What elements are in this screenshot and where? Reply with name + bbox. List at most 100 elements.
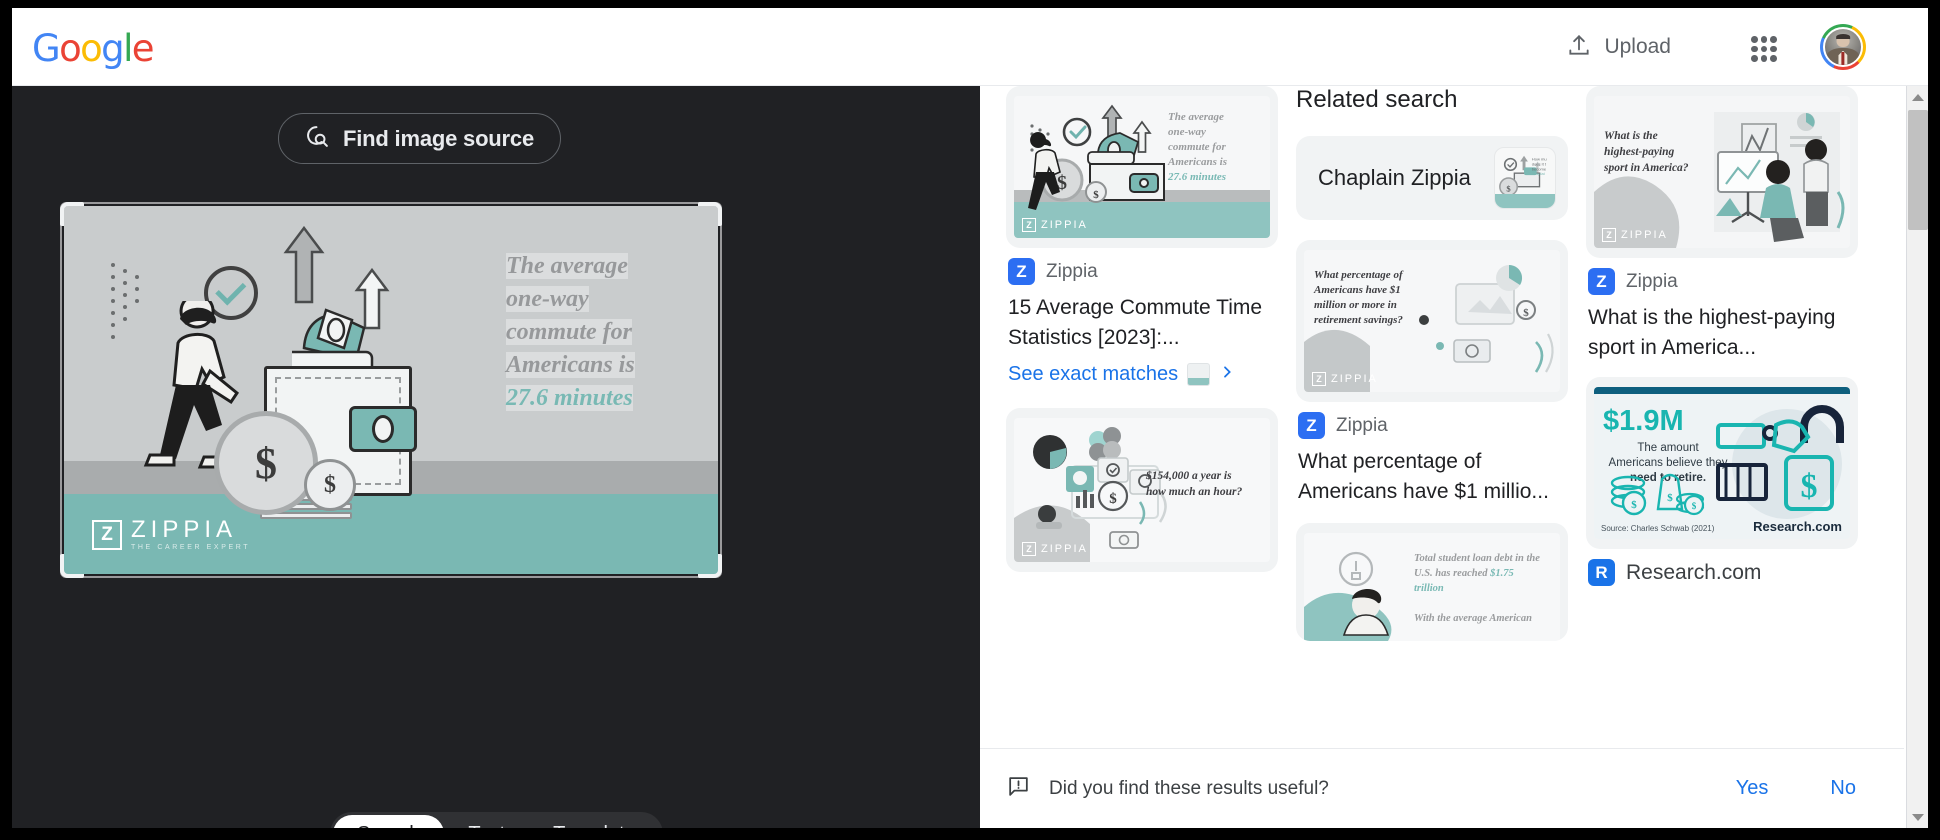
thumb-caption-4: Total student loan debt in the U.S. has … (1414, 551, 1540, 626)
result-thumbnail-2[interactable]: $ $154,000 a year is how much an hour? Z… (1006, 408, 1278, 572)
image-preview-panel: Find image source $ $ The average one-wa… (12, 86, 980, 828)
result-source-3[interactable]: Z Zippia (1588, 268, 1856, 295)
svg-text:$: $ (1692, 501, 1697, 511)
thumb2-l1: $154,000 a year is (1146, 470, 1232, 482)
thumb5-l3: sport in America? (1604, 162, 1689, 174)
result-card-sport[interactable]: What is the highest-paying sport in Amer… (1586, 86, 1858, 363)
result-source-2[interactable]: Z Zippia (1298, 412, 1566, 439)
thumb2-l2: how much an hour? (1146, 486, 1243, 498)
feedback-icon (1006, 774, 1031, 804)
find-image-source-label: Find image source (343, 125, 534, 151)
result-metadata-4: R Research.com (1586, 549, 1858, 586)
zippia-favicon-3: Z (1588, 268, 1615, 295)
find-image-source-button[interactable]: Find image source (278, 113, 561, 164)
svg-text:$: $ (1801, 468, 1818, 505)
thumb-caption: The average one-way commute for American… (1168, 110, 1262, 185)
google-logo[interactable]: Google (32, 30, 155, 67)
image-crop-selection[interactable]: $ $ The average one-way commute for Amer… (60, 202, 722, 578)
svg-text:$: $ (1667, 492, 1673, 504)
upload-button[interactable]: Upload (1562, 26, 1675, 68)
result-card-million[interactable]: $ What percentage of Americans have $1 m… (1296, 240, 1568, 507)
result-source-4[interactable]: R Research.com (1588, 559, 1856, 586)
caption-line-3: commute for (506, 319, 632, 345)
research-favicon: R (1588, 559, 1615, 586)
svg-text:$: $ (1523, 307, 1529, 319)
thumb-caption-l1: The average (1168, 111, 1224, 123)
app-header: Google Upload (12, 8, 1928, 86)
large-coin: $ (214, 411, 318, 515)
up-arrow-icon (283, 226, 325, 304)
research-brand-label: Research.com (1753, 519, 1842, 534)
scroll-up-arrow-icon[interactable] (1907, 86, 1928, 108)
tab-text[interactable]: Text (444, 815, 529, 829)
zippia-watermark-small-4: Z ZIPPIA (1602, 228, 1668, 242)
result-thumbnail-5[interactable]: What is the highest-paying sport in Amer… (1586, 86, 1858, 258)
svg-text:$: $ (1109, 491, 1117, 507)
feedback-yes-button[interactable]: Yes (1722, 771, 1783, 806)
preview-caption: The average one-way commute for American… (506, 250, 696, 415)
thumb-caption-3: What percentage of Americans have $1 mil… (1314, 268, 1426, 328)
thumbnail-art-5: What is the highest-paying sport in Amer… (1594, 96, 1850, 248)
thumb3-l1: What percentage of (1314, 269, 1403, 281)
caption-line-2: one-way (506, 286, 589, 312)
results-column-1: $ $ The average one-way commute for Amer… (1006, 86, 1278, 576)
avatar-image (1823, 27, 1863, 67)
result-thumbnail-4[interactable]: Total student loan debt in the U.S. has … (1296, 523, 1568, 641)
thumb-caption-5: What is the highest-paying sport in Amer… (1604, 128, 1710, 176)
exact-match-thumbnail (1187, 363, 1211, 386)
source-name-4: Research.com (1626, 560, 1762, 584)
caption-line-4: Americans is (506, 352, 635, 378)
thumbnail-art-3: $ What percentage of Americans have $1 m… (1304, 250, 1560, 392)
see-exact-matches-label: See exact matches (1008, 363, 1179, 385)
svg-text:$: $ (1506, 184, 1511, 194)
results-scroll-area[interactable]: $ $ The average one-way commute for Amer… (980, 86, 1904, 746)
feedback-bar: Did you find these results useful? Yes N… (980, 748, 1904, 828)
related-search-chip[interactable]: Chaplain Zippia $ How mu does it t becom… (1296, 136, 1568, 220)
tab-translate[interactable]: Translate (529, 815, 660, 829)
zippia-favicon: Z (1008, 258, 1035, 285)
result-title-3[interactable]: What is the highest-paying sport in Amer… (1588, 303, 1856, 363)
small-coin: $ (304, 459, 356, 511)
thumb-caption-l3: commute for (1168, 141, 1226, 153)
mode-tab-group: Search Text Translate (330, 812, 663, 828)
caption-highlight: 27.6 minutes (506, 385, 633, 411)
feedback-no-button[interactable]: No (1816, 771, 1870, 806)
thumb5-l1: What is the (1604, 130, 1658, 142)
see-exact-matches-link[interactable]: See exact matches (1008, 363, 1276, 386)
user-avatar[interactable] (1820, 24, 1866, 70)
image-search-icon (305, 124, 330, 154)
upload-icon (1566, 32, 1592, 63)
preview-image[interactable]: $ $ The average one-way commute for Amer… (64, 206, 718, 574)
thumbnail-art: $ $ The average one-way commute for Amer… (1014, 96, 1270, 238)
browser-viewport: Google Upload Find image source $ $ The … (12, 8, 1928, 828)
result-thumbnail[interactable]: $ $ The average one-way commute for Amer… (1006, 86, 1278, 248)
scroll-down-arrow-icon[interactable] (1907, 806, 1928, 828)
source-name-2: Zippia (1336, 414, 1388, 436)
result-thumbnail-6[interactable]: $1.9M The amount Americans believe they … (1586, 377, 1858, 549)
wallet-clasp (349, 406, 417, 452)
result-card-154k[interactable]: $ $154,000 a year is how much an hour? Z… (1006, 408, 1278, 572)
thumb-caption-l2: one-way (1168, 126, 1206, 138)
svg-text:chaplai: chaplai (1532, 171, 1545, 176)
result-title-2[interactable]: What percentage of Americans have $1 mil… (1298, 447, 1566, 507)
vertical-scrollbar[interactable] (1906, 86, 1928, 828)
tab-search[interactable]: Search (333, 815, 445, 828)
zippia-name-4: ZIPPIA (1621, 229, 1668, 241)
source-name-3: Zippia (1626, 270, 1678, 292)
result-card-commute[interactable]: $ $ The average one-way commute for Amer… (1006, 86, 1278, 386)
zippia-name-2: ZIPPIA (1041, 543, 1088, 555)
result-metadata: Z Zippia 15 Average Commute Time Statist… (1006, 248, 1278, 386)
zippia-logo-mark: Z (92, 519, 122, 550)
result-card-loan[interactable]: Total student loan debt in the U.S. has … (1296, 523, 1568, 641)
zippia-watermark: Z ZIPPIA THE CAREER EXPERT (92, 518, 250, 551)
thumb-caption-l4: Americans is (1168, 156, 1227, 168)
result-title[interactable]: 15 Average Commute Time Statistics [2023… (1008, 293, 1276, 353)
result-thumbnail-3[interactable]: $ What percentage of Americans have $1 m… (1296, 240, 1568, 402)
result-card-retire[interactable]: $1.9M The amount Americans believe they … (1586, 377, 1858, 586)
thumb3-l3: million or more in (1314, 299, 1397, 311)
scrollbar-thumb[interactable] (1908, 110, 1928, 230)
thumb-caption-2: $154,000 a year is how much an hour? (1146, 468, 1262, 500)
zippia-watermark-small-2: Z ZIPPIA (1022, 542, 1088, 556)
result-source[interactable]: Z Zippia (1008, 258, 1276, 285)
apps-grid-icon[interactable] (1747, 32, 1781, 66)
